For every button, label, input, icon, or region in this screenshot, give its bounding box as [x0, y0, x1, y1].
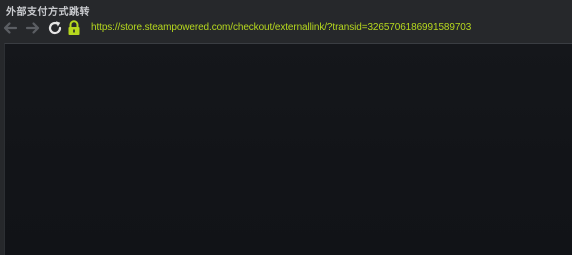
title-bar: 外部支付方式跳转: [0, 0, 572, 18]
forward-button[interactable]: [24, 19, 42, 37]
url-text[interactable]: https://store.steampowered.com/checkout/…: [91, 22, 471, 33]
reload-button[interactable]: [46, 19, 64, 37]
arrow-left-icon: [3, 22, 18, 34]
browser-window: 外部支付方式跳转 https://store.steampowered.com/…: [0, 0, 572, 255]
lock-icon: [67, 20, 81, 36]
reload-icon: [48, 21, 62, 35]
arrow-right-icon: [25, 22, 40, 34]
back-button[interactable]: [1, 19, 19, 37]
navigation-bar: https://store.steampowered.com/checkout/…: [0, 16, 572, 42]
page-content-area: [4, 43, 572, 255]
